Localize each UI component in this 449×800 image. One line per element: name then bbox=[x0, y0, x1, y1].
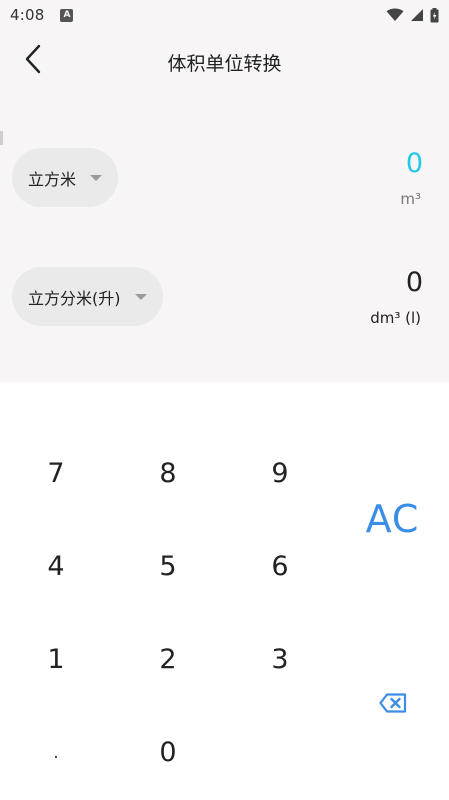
wifi-icon bbox=[386, 8, 404, 22]
status-bar: 4:08 A bbox=[0, 0, 449, 30]
status-time: 4:08 bbox=[10, 6, 45, 24]
page-title: 体积单位转换 bbox=[167, 53, 282, 75]
key-decimal[interactable]: . bbox=[0, 706, 112, 799]
to-unit-selector[interactable]: 立方分米(升) bbox=[12, 267, 163, 326]
battery-icon bbox=[430, 7, 439, 23]
key-8[interactable]: 8 bbox=[112, 427, 224, 520]
caret-down-icon bbox=[134, 293, 147, 300]
backspace-button[interactable] bbox=[336, 632, 449, 777]
to-unit-label: 立方分米(升) bbox=[28, 288, 121, 308]
from-unit-selector[interactable]: 立方米 bbox=[12, 148, 119, 207]
converter-panel: 体积单位转换 立方米 0 m³ 立方分米(升) 0 dm³ (l) bbox=[0, 30, 449, 382]
signal-icon bbox=[410, 8, 424, 22]
to-value[interactable]: 0 bbox=[406, 267, 423, 298]
clear-button[interactable]: AC bbox=[336, 446, 449, 591]
key-6[interactable]: 6 bbox=[224, 520, 336, 613]
keypad: 7 8 9 4 5 6 1 2 3 . 0 AC bbox=[0, 382, 449, 800]
key-1[interactable]: 1 bbox=[0, 613, 112, 706]
from-unit-label: 立方米 bbox=[28, 169, 77, 189]
key-5[interactable]: 5 bbox=[112, 520, 224, 613]
from-unit-symbol: m³ bbox=[400, 190, 421, 208]
edge-mark bbox=[0, 131, 3, 145]
screen: 4:08 A 体积单位转换 立方米 0 m³ 立方分米(升) 0 dm³ (l)… bbox=[0, 0, 449, 800]
key-2[interactable]: 2 bbox=[112, 613, 224, 706]
from-value[interactable]: 0 bbox=[406, 148, 423, 179]
from-unit-row: 立方米 0 m³ bbox=[0, 148, 449, 218]
status-indicators bbox=[386, 7, 439, 23]
key-7[interactable]: 7 bbox=[0, 427, 112, 520]
key-4[interactable]: 4 bbox=[0, 520, 112, 613]
key-9[interactable]: 9 bbox=[224, 427, 336, 520]
notification-a-icon: A bbox=[60, 8, 74, 22]
app-bar: 体积单位转换 bbox=[0, 30, 449, 92]
key-3[interactable]: 3 bbox=[224, 613, 336, 706]
key-0[interactable]: 0 bbox=[112, 706, 224, 799]
caret-down-icon bbox=[90, 174, 103, 181]
to-unit-symbol: dm³ (l) bbox=[370, 309, 421, 327]
backspace-icon bbox=[378, 692, 407, 717]
to-unit-row: 立方分米(升) 0 dm³ (l) bbox=[0, 267, 449, 337]
